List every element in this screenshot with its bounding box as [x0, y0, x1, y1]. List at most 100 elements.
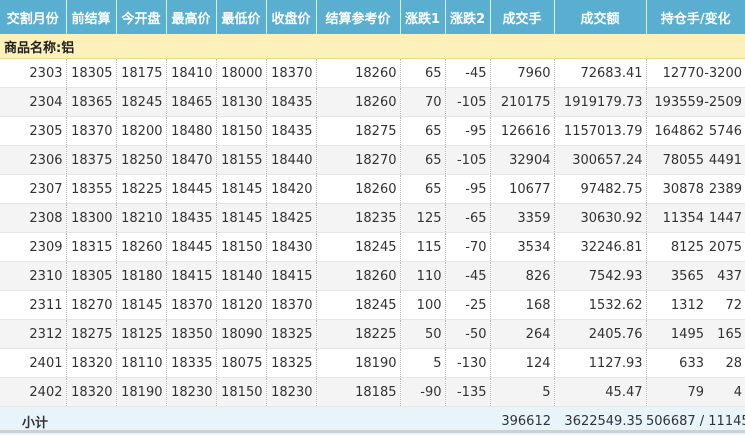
cell-open-interest-change: 81252075	[646, 233, 745, 262]
cell-open-interest-change: 63328	[646, 349, 745, 378]
cell-open: 18180	[116, 262, 166, 291]
cell-change2: -105	[445, 146, 490, 175]
cell-high: 18415	[166, 262, 216, 291]
column-header[interactable]: 今开盘	[116, 0, 166, 34]
cell-high: 18445	[166, 175, 216, 204]
open-interest-change: 72	[704, 298, 742, 313]
cell-volume: 126616	[490, 117, 554, 146]
cell-close: 18230	[266, 378, 316, 407]
cell-low: 18090	[216, 320, 266, 349]
cell-change2: -70	[445, 233, 490, 262]
cell-open-interest-change: 794	[646, 378, 745, 407]
open-interest: 11354	[649, 211, 704, 226]
cell-change2: -95	[445, 175, 490, 204]
table-row: 24011832018110183351807518325181905-1301…	[0, 349, 745, 378]
cell-change1: 70	[400, 88, 445, 117]
cell-change2: -130	[445, 349, 490, 378]
table-header-row: 交割月份前结算今开盘最高价最低价收盘价结算参考价涨跌1涨跌2成交手成交额持仓手/…	[0, 0, 745, 34]
cell-change1: 100	[400, 291, 445, 320]
cell-settle-ref: 18260	[316, 59, 400, 88]
table-row: 230718355182251844518145184201826065-951…	[0, 175, 745, 204]
column-header[interactable]: 交割月份	[0, 0, 66, 34]
cell-close: 18370	[266, 59, 316, 88]
open-interest-change: 4	[704, 385, 742, 400]
market-data-table: 交割月份前结算今开盘最高价最低价收盘价结算参考价涨跌1涨跌2成交手成交额持仓手/…	[0, 0, 745, 435]
cell-high: 18370	[166, 291, 216, 320]
cell-open-interest-change: 193559-2509	[646, 88, 745, 117]
column-header[interactable]: 涨跌2	[445, 0, 490, 34]
cell-change1: 65	[400, 146, 445, 175]
cell-high: 18470	[166, 146, 216, 175]
cell-contract-month: 2308	[0, 204, 66, 233]
cell-change2: -25	[445, 291, 490, 320]
cell-prev-settle: 18370	[66, 117, 116, 146]
cell-open: 18260	[116, 233, 166, 262]
cell-change1: 65	[400, 175, 445, 204]
column-header[interactable]: 结算参考价	[316, 0, 400, 34]
cell-prev-settle: 18365	[66, 88, 116, 117]
cell-low: 18140	[216, 262, 266, 291]
cell-turnover: 300657.24	[554, 146, 646, 175]
cell-settle-ref: 18260	[316, 175, 400, 204]
cell-contract-month: 2307	[0, 175, 66, 204]
cell-contract-month: 2306	[0, 146, 66, 175]
cell-high: 18335	[166, 349, 216, 378]
table-row: 2308183001821018435181451842518235125-65…	[0, 204, 745, 233]
open-interest: 193559	[649, 95, 704, 110]
table-row: 230418365182451846518130184351826070-105…	[0, 88, 745, 117]
column-header[interactable]: 成交额	[554, 0, 646, 34]
cell-volume: 3534	[490, 233, 554, 262]
column-header[interactable]: 持仓手/变化	[646, 0, 745, 34]
cell-prev-settle: 18375	[66, 146, 116, 175]
cell-change1: 5	[400, 349, 445, 378]
cell-prev-settle: 18355	[66, 175, 116, 204]
cell-high: 18350	[166, 320, 216, 349]
cell-prev-settle: 18305	[66, 262, 116, 291]
cell-settle-ref: 18235	[316, 204, 400, 233]
cell-low: 18145	[216, 204, 266, 233]
column-header[interactable]: 涨跌1	[400, 0, 445, 34]
commodity-group-row: 商品名称:铝	[0, 34, 745, 59]
open-interest: 633	[649, 356, 704, 371]
cell-open-interest-change: 131272	[646, 291, 745, 320]
cell-low: 18130	[216, 88, 266, 117]
cell-close: 18370	[266, 291, 316, 320]
cell-open: 18200	[116, 117, 166, 146]
open-interest: 1312	[649, 298, 704, 313]
column-header[interactable]: 最低价	[216, 0, 266, 34]
cell-settle-ref: 18225	[316, 320, 400, 349]
cell-turnover: 1127.93	[554, 349, 646, 378]
cell-volume: 168	[490, 291, 554, 320]
cell-settle-ref: 18185	[316, 378, 400, 407]
cell-change2: -135	[445, 378, 490, 407]
column-header[interactable]: 成交手	[490, 0, 554, 34]
cell-volume: 7960	[490, 59, 554, 88]
cell-low: 18000	[216, 59, 266, 88]
open-interest: 30878	[649, 182, 704, 197]
cell-settle-ref: 18190	[316, 349, 400, 378]
cell-turnover: 72683.41	[554, 59, 646, 88]
cell-volume: 124	[490, 349, 554, 378]
cell-change1: 110	[400, 262, 445, 291]
table-row: 2311182701814518370181201837018245100-25…	[0, 291, 745, 320]
table-row: 231218275181251835018090183251822550-502…	[0, 320, 745, 349]
column-header[interactable]: 最高价	[166, 0, 216, 34]
cell-prev-settle: 18300	[66, 204, 116, 233]
open-interest: 1495	[649, 327, 704, 342]
open-interest-change: 1447	[704, 211, 742, 226]
cell-change2: -45	[445, 262, 490, 291]
cell-open: 18210	[116, 204, 166, 233]
open-interest-change: 5746	[704, 124, 742, 139]
cell-open: 18250	[116, 146, 166, 175]
cell-high: 18230	[166, 378, 216, 407]
cell-open: 18190	[116, 378, 166, 407]
cell-change1: -90	[400, 378, 445, 407]
cell-close: 18325	[266, 320, 316, 349]
column-header[interactable]: 前结算	[66, 0, 116, 34]
cell-close: 18440	[266, 146, 316, 175]
cell-open: 18125	[116, 320, 166, 349]
open-interest: 79	[649, 385, 704, 400]
cell-open: 18110	[116, 349, 166, 378]
column-header[interactable]: 收盘价	[266, 0, 316, 34]
cell-contract-month: 2304	[0, 88, 66, 117]
